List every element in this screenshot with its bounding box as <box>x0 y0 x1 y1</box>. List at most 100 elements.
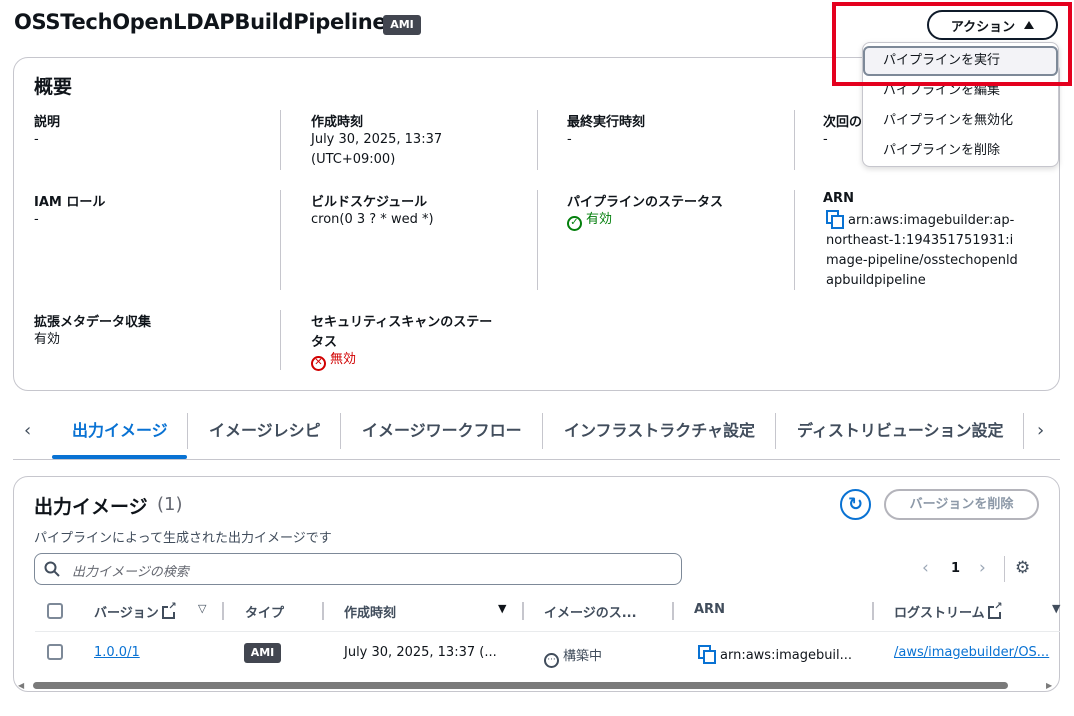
menu-item-edit-pipeline[interactable]: パイプラインを編集 <box>863 76 1058 106</box>
tab-divider <box>1023 413 1024 449</box>
next-run-value: - <box>823 132 828 147</box>
sort-dropdown-icon[interactable]: ▽ <box>198 602 206 615</box>
created-label: 作成時刻 <box>311 115 364 130</box>
output-images-description: パイプラインによって生成された出力イメージです <box>34 531 332 546</box>
page-number[interactable]: 1 <box>951 561 960 576</box>
image-status-text: 構築中 <box>563 649 603 664</box>
column-resizer[interactable] <box>872 602 874 620</box>
tabs-scroll-right-icon[interactable]: › <box>1037 420 1044 441</box>
type-badge: AMI <box>244 643 281 663</box>
overview-title: 概要 <box>34 76 73 98</box>
log-stream-link[interactable]: /aws/imagebuilder/OS... <box>894 645 1049 660</box>
tab-distribution-settings[interactable]: ディストリビューション設定 <box>797 414 1004 450</box>
column-header-type[interactable]: タイプ <box>245 602 284 621</box>
security-scan-text: 無効 <box>330 352 357 367</box>
output-images-count: (1) <box>157 494 183 515</box>
actions-dropdown-menu: パイプラインを実行 パイプラインを編集 パイプラインを無効化 パイプラインを削除 <box>862 42 1059 167</box>
next-page-icon[interactable]: › <box>979 558 986 578</box>
iam-role-label: IAM ロール <box>34 195 106 210</box>
tab-image-recipe[interactable]: イメージレシピ <box>209 414 321 450</box>
scroll-left-arrow-icon[interactable]: ◀ <box>18 681 24 690</box>
tab-output-images[interactable]: 出力イメージ <box>72 414 168 450</box>
sort-dropdown-icon[interactable]: ▼ <box>1052 602 1060 615</box>
column-resizer[interactable] <box>522 602 524 620</box>
column-resizer[interactable] <box>672 602 674 620</box>
column-resizer[interactable] <box>222 602 224 620</box>
description-label: 説明 <box>34 115 61 130</box>
page-title: OSSTechOpenLDAPBuildPipeline <box>14 10 387 34</box>
pipeline-status-label: パイプラインのステータス <box>567 195 724 210</box>
menu-item-run-pipeline[interactable]: パイプラインを実行 <box>863 46 1058 76</box>
arn-cell: arn:aws:imagebuil... <box>698 645 853 664</box>
iam-role-value: - <box>34 212 39 227</box>
horizontal-scrollbar[interactable] <box>33 682 1008 689</box>
search-icon <box>44 561 60 577</box>
copy-icon[interactable] <box>826 210 844 229</box>
build-schedule-value: cron(0 3 ? * wed *) <box>311 212 434 227</box>
next-run-label: 次回の <box>823 115 863 130</box>
metadata-collection-label: 拡張メタデータ収集 <box>34 315 152 330</box>
ami-badge: AMI <box>383 15 421 35</box>
column-header-version[interactable]: バージョン <box>94 602 177 621</box>
arn-line: mage-pipeline/osstechopenld <box>826 253 1018 268</box>
column-divider <box>280 110 281 170</box>
column-resizer[interactable] <box>322 602 324 620</box>
output-images-title: 出力イメージ <box>34 496 148 518</box>
settings-gear-icon[interactable]: ⚙ <box>1015 558 1030 578</box>
column-header-version-label: バージョン <box>94 606 159 621</box>
description-value: - <box>34 132 39 147</box>
column-divider <box>280 310 281 370</box>
column-header-log-stream-label: ログストリーム <box>894 606 985 621</box>
security-scan-label-cont: タス <box>311 335 338 350</box>
delete-version-button[interactable]: バージョンを削除 <box>884 489 1039 520</box>
column-header-arn[interactable]: ARN <box>694 602 725 617</box>
table-row-divider <box>35 631 1060 632</box>
error-circle-icon: ✕ <box>311 355 326 371</box>
row-checkbox[interactable] <box>47 644 63 660</box>
actions-button-label: アクション <box>950 19 1016 35</box>
tab-divider <box>340 413 341 449</box>
created-value: July 30, 2025, 13:37 <box>311 132 443 147</box>
pagination-divider <box>1004 556 1005 582</box>
check-circle-icon: ✓ <box>567 215 582 231</box>
in-progress-icon: ··· <box>544 652 559 668</box>
select-all-checkbox[interactable] <box>47 603 63 619</box>
menu-item-delete-pipeline[interactable]: パイプラインを削除 <box>863 136 1058 166</box>
column-header-image-status[interactable]: イメージのス... <box>544 602 637 621</box>
prev-page-icon[interactable]: ‹ <box>922 558 929 578</box>
sort-descending-icon[interactable]: ▼ <box>498 602 506 615</box>
column-divider <box>280 190 281 290</box>
arn-line: arn:aws:imagebuilder:ap- <box>848 213 1015 228</box>
arn-line: northeast-1:194351751931:i <box>826 233 1014 248</box>
image-status-cell: ··· 構築中 <box>544 645 602 668</box>
column-header-created[interactable]: 作成時刻 <box>344 602 396 621</box>
tab-divider <box>187 413 188 449</box>
copy-icon[interactable] <box>698 645 716 664</box>
tab-divider <box>542 413 543 449</box>
column-header-log-stream[interactable]: ログストリーム <box>894 602 1003 621</box>
tabs-scroll-left-icon[interactable]: ‹ <box>24 420 31 441</box>
refresh-icon: ↻ <box>847 494 864 515</box>
external-link-icon <box>161 602 177 619</box>
scroll-right-arrow-icon[interactable]: ▶ <box>1046 681 1052 690</box>
version-link[interactable]: 1.0.0/1 <box>94 645 140 660</box>
tab-divider <box>775 413 776 449</box>
refresh-button[interactable]: ↻ <box>840 489 871 520</box>
caret-up-icon <box>1024 21 1035 29</box>
column-divider <box>794 110 795 170</box>
last-run-label: 最終実行時刻 <box>567 115 646 130</box>
last-run-value: - <box>567 132 572 147</box>
tab-image-workflow[interactable]: イメージワークフロー <box>362 414 522 450</box>
security-scan-label: セキュリティスキャンのステー <box>311 315 493 330</box>
arn-value: arn:aws:imagebuilder:ap- northeast-1:194… <box>826 210 1018 291</box>
arn-line: apbuildpipeline <box>826 273 926 288</box>
build-schedule-label: ビルドスケジュール <box>311 195 428 210</box>
arn-label: ARN <box>823 191 854 206</box>
column-divider <box>794 190 795 290</box>
created-cell: July 30, 2025, 13:37 (... <box>344 645 497 660</box>
actions-button[interactable]: アクション <box>927 10 1058 40</box>
arn-cell-text: arn:aws:imagebuil... <box>720 648 853 663</box>
pipeline-status-value: ✓ 有効 <box>567 210 612 231</box>
tab-infrastructure-config[interactable]: インフラストラクチャ設定 <box>564 414 755 450</box>
menu-item-disable-pipeline[interactable]: パイプラインを無効化 <box>863 106 1058 136</box>
